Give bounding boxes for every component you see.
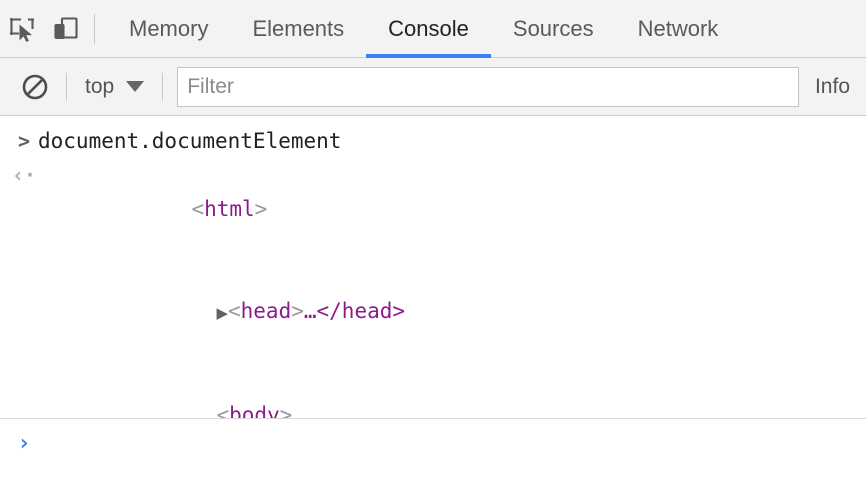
console-prompt[interactable]: ›	[0, 418, 866, 501]
angle-bracket-open: <	[216, 403, 229, 418]
tag-name: html	[204, 197, 255, 221]
dom-node-body-open[interactable]: <body>	[38, 364, 509, 418]
chevron-down-icon	[126, 81, 144, 92]
inspect-element-icon[interactable]	[0, 7, 44, 51]
collapsed-content-ellipsis: …</head>	[304, 299, 405, 323]
console-prompt-input[interactable]	[38, 429, 856, 459]
log-level-selector[interactable]: Info	[815, 75, 850, 99]
angle-bracket-open: <	[228, 299, 241, 323]
tag-name: body	[229, 403, 280, 418]
console-output[interactable]: > document.documentElement ‹· <html> ▶<h…	[0, 116, 866, 418]
header-divider	[94, 14, 95, 44]
devtools-window: Memory Elements Console Sources Network …	[0, 0, 866, 502]
result-marker-icon: ‹·	[10, 158, 38, 192]
execution-context-selector[interactable]: top	[81, 73, 148, 101]
clear-console-icon[interactable]	[18, 70, 52, 104]
tab-network[interactable]: Network	[616, 0, 741, 58]
device-toolbar-icon[interactable]	[44, 7, 88, 51]
angle-bracket-open: <	[191, 197, 204, 221]
console-input-text: document.documentElement	[38, 124, 341, 158]
angle-bracket-close: >	[291, 299, 304, 323]
console-result-entry: ‹· <html> ▶<head>…</head> <body> Фронтен…	[0, 158, 866, 418]
prompt-caret-icon: ›	[10, 429, 38, 459]
tab-console[interactable]: Console	[366, 0, 491, 58]
execution-context-value: top	[85, 75, 114, 99]
angle-bracket-close: >	[280, 403, 293, 418]
angle-bracket-close: >	[255, 197, 268, 221]
dom-node-head-collapsed[interactable]: ▶<head>…</head>	[38, 260, 509, 364]
console-toolbar: top Info	[0, 58, 866, 116]
dom-node-html-open[interactable]: <html>	[38, 158, 509, 260]
devtools-header: Memory Elements Console Sources Network	[0, 0, 866, 58]
tab-memory[interactable]: Memory	[107, 0, 230, 58]
console-input-entry: > document.documentElement	[0, 124, 866, 158]
tag-name: head	[241, 299, 292, 323]
filter-input[interactable]	[177, 67, 799, 107]
toolbar-divider-1	[66, 73, 67, 101]
panel-tabs: Memory Elements Console Sources Network	[107, 0, 740, 58]
toolbar-divider-2	[162, 73, 163, 101]
input-marker-icon: >	[10, 124, 38, 158]
dom-tree: <html> ▶<head>…</head> <body> Фронтенд р…	[38, 158, 509, 418]
tab-sources[interactable]: Sources	[491, 0, 616, 58]
expand-triangle-icon[interactable]: ▶	[216, 304, 228, 322]
tab-elements[interactable]: Elements	[230, 0, 366, 58]
